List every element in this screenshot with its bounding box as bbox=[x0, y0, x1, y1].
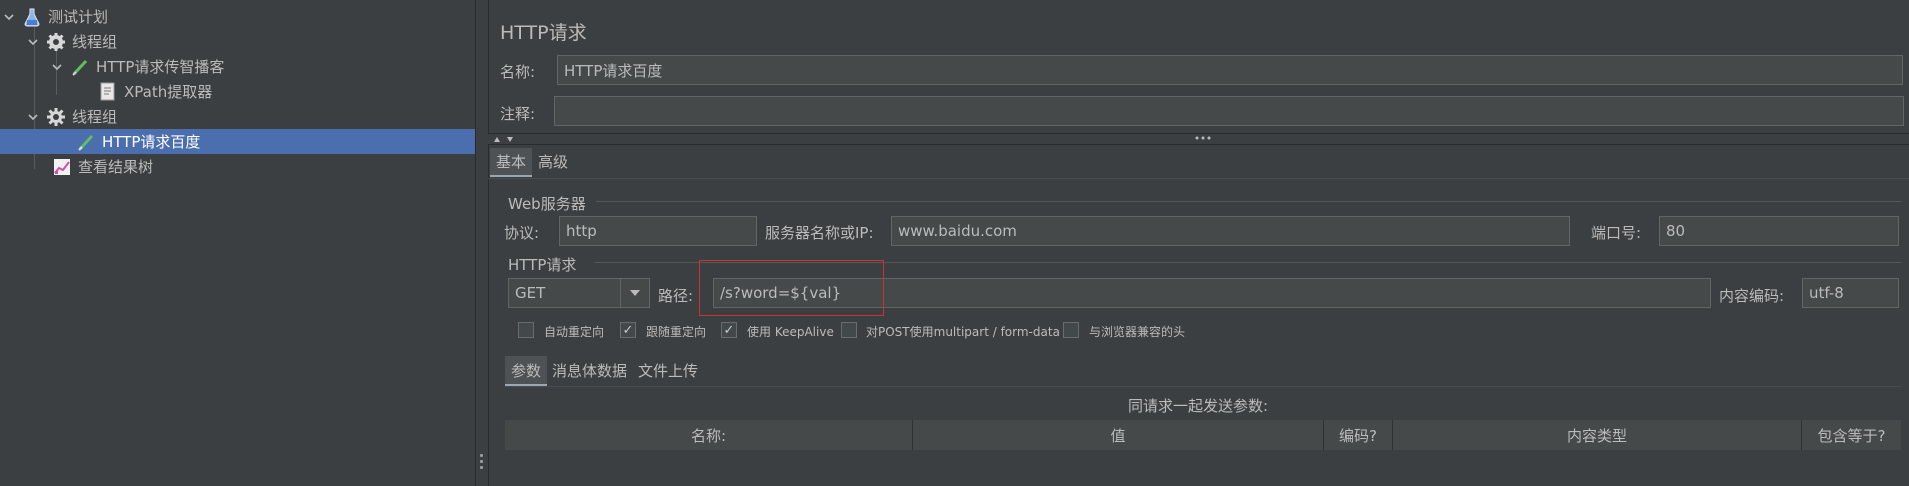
method-value: GET bbox=[515, 284, 546, 302]
tree-item-view-results-tree[interactable]: 查看结果树 bbox=[0, 154, 475, 179]
chevron-down-icon[interactable] bbox=[620, 279, 649, 307]
tree-item-label: HTTP请求传智播客 bbox=[96, 58, 225, 76]
tab-divider bbox=[488, 178, 1909, 179]
tree-item-label: HTTP请求百度 bbox=[102, 133, 201, 151]
browser-headers-checkbox[interactable] bbox=[1063, 322, 1079, 338]
tab-parameters[interactable]: 参数 bbox=[505, 356, 548, 386]
server-name-label: 服务器名称或IP: bbox=[765, 224, 874, 242]
tab-advanced[interactable]: 高级 bbox=[532, 148, 574, 175]
http-request-panel: HTTP请求 名称: HTTP请求百度 注释: 基本 高级 Web服务器 协议:… bbox=[488, 0, 1909, 486]
comment-label: 注释: bbox=[500, 105, 536, 123]
highlight-box bbox=[699, 260, 884, 316]
auto-redirect-checkbox[interactable] bbox=[518, 322, 534, 338]
chevron-down-icon[interactable] bbox=[26, 110, 40, 124]
checkmark-icon: ✓ bbox=[723, 322, 735, 338]
test-plan-tree: 测试计划 线程组 HTTP请求传智播客 XPath提取器 线程组 HTTP请求百… bbox=[0, 0, 475, 486]
tab-body-data[interactable]: 消息体数据 bbox=[546, 356, 633, 384]
protocol-label: 协议: bbox=[504, 224, 540, 242]
tree-item-http-request-baidu[interactable]: HTTP请求百度 bbox=[0, 129, 475, 154]
keepalive-checkbox[interactable]: ✓ bbox=[721, 322, 737, 338]
panel-title: HTTP请求 bbox=[500, 22, 587, 44]
multipart-checkbox[interactable] bbox=[841, 322, 857, 338]
tree-item-label: 查看结果树 bbox=[78, 158, 154, 176]
tree-item-label: 线程组 bbox=[72, 108, 118, 126]
tree-item-thread-group[interactable]: 线程组 bbox=[0, 104, 475, 129]
pipette-icon bbox=[70, 57, 90, 77]
content-encoding-field[interactable]: utf-8 bbox=[1802, 278, 1899, 308]
multipart-label: 对POST使用multipart / form-data bbox=[866, 325, 1060, 339]
content-encoding-label: 内容编码: bbox=[1719, 287, 1785, 305]
port-field[interactable]: 80 bbox=[1659, 216, 1899, 246]
chevron-down-icon[interactable] bbox=[50, 60, 64, 74]
server-name-field[interactable]: www.baidu.com bbox=[891, 216, 1570, 246]
tree-item-http-request[interactable]: HTTP请求传智播客 bbox=[0, 54, 475, 79]
sub-tab-divider bbox=[505, 386, 1901, 387]
browser-headers-label: 与浏览器兼容的头 bbox=[1089, 325, 1186, 339]
splitter-grip bbox=[480, 460, 483, 463]
follow-redirect-label: 跟随重定向 bbox=[646, 325, 707, 339]
pane-splitter[interactable] bbox=[475, 0, 489, 486]
keepalive-label: 使用 KeepAlive bbox=[747, 325, 834, 339]
gear-icon bbox=[46, 107, 66, 127]
column-header-name[interactable]: 名称: bbox=[505, 420, 913, 450]
tree-item-label: 线程组 bbox=[72, 33, 118, 51]
web-server-section-title: Web服务器 bbox=[508, 195, 586, 213]
params-caption: 同请求一起发送参数: bbox=[1128, 397, 1269, 415]
section-divider bbox=[596, 201, 1901, 202]
column-header-include-equals[interactable]: 包含等于? bbox=[1802, 420, 1901, 450]
name-label: 名称: bbox=[500, 63, 536, 81]
splitter-grip bbox=[480, 466, 483, 469]
http-request-section-title: HTTP请求 bbox=[508, 256, 577, 274]
document-icon bbox=[98, 82, 118, 102]
tab-basic[interactable]: 基本 bbox=[490, 148, 533, 177]
drag-handle-icon[interactable] bbox=[1195, 135, 1211, 141]
column-header-value[interactable]: 值 bbox=[913, 420, 1324, 450]
collapse-arrows-icon[interactable] bbox=[493, 135, 519, 143]
gear-icon bbox=[46, 32, 66, 52]
flask-icon bbox=[22, 7, 42, 27]
protocol-field[interactable]: http bbox=[559, 216, 757, 246]
tree-item-test-plan[interactable]: 测试计划 bbox=[0, 4, 475, 29]
tab-file-upload[interactable]: 文件上传 bbox=[632, 356, 704, 384]
tree-item-label: 测试计划 bbox=[48, 8, 109, 26]
chevron-down-icon[interactable] bbox=[2, 10, 16, 24]
port-label: 端口号: bbox=[1591, 224, 1642, 242]
auto-redirect-label: 自动重定向 bbox=[544, 325, 605, 339]
comment-field[interactable] bbox=[554, 96, 1904, 126]
follow-redirect-checkbox[interactable]: ✓ bbox=[620, 322, 636, 338]
pipette-icon bbox=[76, 132, 96, 152]
name-field[interactable]: HTTP请求百度 bbox=[557, 55, 1903, 85]
chart-icon bbox=[52, 157, 72, 177]
path-label: 路径: bbox=[658, 287, 694, 305]
splitter-grip bbox=[480, 454, 483, 457]
column-header-content-type[interactable]: 内容类型 bbox=[1393, 420, 1802, 450]
checkmark-icon: ✓ bbox=[622, 322, 634, 338]
tree-item-thread-group[interactable]: 线程组 bbox=[0, 29, 475, 54]
column-header-encode[interactable]: 编码? bbox=[1324, 420, 1393, 450]
chevron-down-icon[interactable] bbox=[26, 35, 40, 49]
tree-item-label: XPath提取器 bbox=[124, 83, 213, 101]
method-select[interactable]: GET bbox=[508, 278, 650, 308]
collapse-bar[interactable] bbox=[488, 133, 1909, 145]
tree-item-xpath-extractor[interactable]: XPath提取器 bbox=[0, 79, 475, 104]
